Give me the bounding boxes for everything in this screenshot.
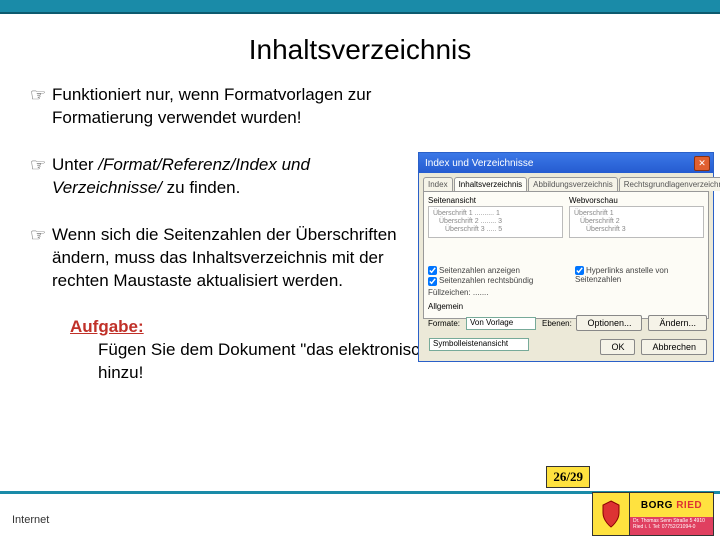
format-label: Formate: <box>428 319 460 328</box>
tab-index[interactable]: Index <box>423 177 453 191</box>
tabfill-row: Füllzeichen: ....... <box>428 288 557 297</box>
preview-right: Überschrift 1 Überschrift 2 Überschrift … <box>569 206 704 238</box>
toolbar-view-row: Symbolleistenansicht <box>429 338 529 351</box>
modify-button[interactable]: Ändern... <box>648 315 707 331</box>
tabfill-select[interactable]: ....... <box>473 288 513 297</box>
levels-label: Ebenen: <box>542 319 572 328</box>
dialog-body: Seitenansicht Überschrift 1 .......... 1… <box>423 191 709 319</box>
cancel-button[interactable]: Abbrechen <box>641 339 707 355</box>
tab-legal[interactable]: Rechtsgrundlagenverzeichnis <box>619 177 720 191</box>
checkbox-align-right[interactable]: Seitenzahlen rechtsbündig <box>428 276 557 285</box>
bullet-icon: ☞ <box>30 154 52 200</box>
text-post: zu finden. <box>162 178 240 197</box>
bullet-text: Funktioniert nur, wenn Formatvorlagen zu… <box>52 84 410 130</box>
bullet-text: Unter /Format/Referenz/Index und Verzeic… <box>52 154 410 200</box>
format-select[interactable]: Von Vorlage <box>466 317 536 330</box>
checkbox-show-pages[interactable]: Seitenzahlen anzeigen <box>428 266 557 275</box>
bullet-item: ☞ Wenn sich die Seitenzahlen der Übersch… <box>30 224 410 293</box>
logo-address: Dr. Thomas Senn Straße 5 4910 Ried i. I.… <box>630 517 713 535</box>
bullet-item: ☞ Funktioniert nur, wenn Formatvorlagen … <box>30 84 410 130</box>
bullet-icon: ☞ <box>30 224 52 293</box>
dialog-tabs: Index Inhaltsverzeichnis Abbildungsverze… <box>419 173 713 191</box>
toolbar-view-select[interactable]: Symbolleistenansicht <box>429 338 529 351</box>
text-pre: Unter <box>52 155 98 174</box>
crest-icon <box>592 492 630 536</box>
dialog-index-and-toc: Index und Verzeichnisse ✕ Index Inhaltsv… <box>418 152 714 362</box>
bullet-text: Wenn sich die Seitenzahlen der Überschri… <box>52 224 410 293</box>
group-label: Allgemein <box>428 302 704 311</box>
school-logo: BORG RIED Dr. Thomas Senn Straße 5 4910 … <box>592 492 714 536</box>
options-button[interactable]: Optionen... <box>576 315 642 331</box>
dialog-title: Index und Verzeichnisse <box>425 158 533 169</box>
footer-label: Internet <box>12 514 49 526</box>
bullet-icon: ☞ <box>30 84 52 130</box>
logo-text: BORG RIED <box>630 493 713 517</box>
preview-left-label: Seitenansicht <box>428 196 563 205</box>
close-button[interactable]: ✕ <box>694 156 710 171</box>
tab-figures[interactable]: Abbildungsverzeichnis <box>528 177 618 191</box>
preview-right-label: Webvorschau <box>569 196 704 205</box>
bullet-item: ☞ Unter /Format/Referenz/Index und Verze… <box>30 154 410 200</box>
tab-toc[interactable]: Inhaltsverzeichnis <box>454 177 528 191</box>
ok-button[interactable]: OK <box>600 339 635 355</box>
page-title: Inhaltsverzeichnis <box>0 34 720 66</box>
preview-left: Überschrift 1 .......... 1 Überschrift 2… <box>428 206 563 238</box>
page-number-badge: 26/29 <box>546 466 590 488</box>
slide-top-bar <box>0 0 720 14</box>
dialog-titlebar: Index und Verzeichnisse ✕ <box>419 153 713 173</box>
checkbox-hyperlinks[interactable]: Hyperlinks anstelle von Seitenzahlen <box>575 266 704 284</box>
